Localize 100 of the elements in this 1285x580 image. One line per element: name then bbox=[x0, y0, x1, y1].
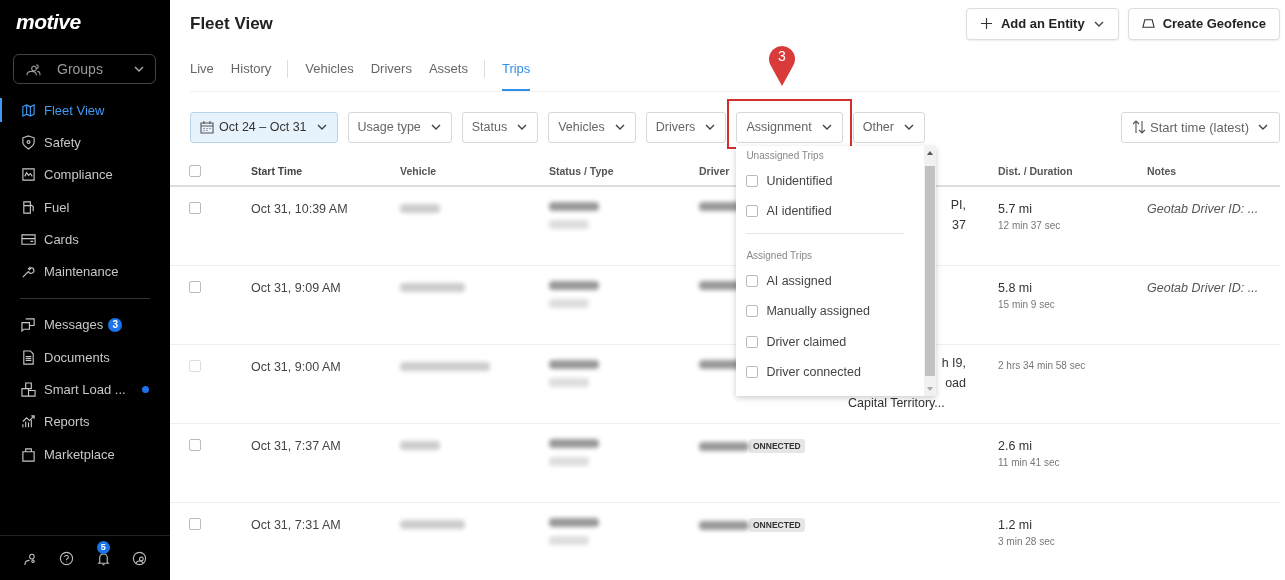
redacted-text bbox=[549, 518, 599, 527]
menu-option[interactable]: AI assigned bbox=[746, 265, 915, 296]
tab[interactable]: Assets bbox=[428, 47, 468, 91]
select-all-checkbox[interactable] bbox=[189, 165, 201, 177]
redacted-text bbox=[699, 441, 749, 451]
checkbox[interactable] bbox=[746, 366, 759, 379]
filter-dropdown[interactable]: Other bbox=[852, 111, 925, 143]
nav-item[interactable]: Reports bbox=[0, 405, 170, 438]
nav-label: Safety bbox=[44, 134, 81, 150]
nav-label: Maintenance bbox=[44, 264, 119, 280]
filter-dropdown[interactable]: Assignment bbox=[736, 111, 843, 143]
filter-dropdown[interactable]: Drivers bbox=[645, 111, 727, 143]
nav-item[interactable]: Fleet View bbox=[0, 94, 170, 127]
column-header: Status / Type bbox=[549, 165, 615, 177]
fuel-pump-icon bbox=[21, 199, 36, 215]
account-icon[interactable] bbox=[132, 550, 148, 566]
menu-option[interactable]: Driver claimed bbox=[746, 326, 915, 357]
nav-label: Smart Load ... bbox=[44, 382, 126, 397]
nav-item[interactable]: Safety bbox=[0, 126, 170, 159]
nav-item[interactable]: Marketplace bbox=[0, 437, 170, 471]
column-header: Dist. / Duration bbox=[998, 165, 1074, 177]
nav-item[interactable]: Smart Load ... bbox=[0, 373, 170, 406]
table-cell-text: Oct 31, 7:31 AM bbox=[251, 517, 342, 534]
row-checkbox[interactable] bbox=[189, 439, 201, 451]
table-cell-text: 2 hrs 34 min 58 sec bbox=[998, 360, 1087, 371]
create-geofence-button[interactable]: Create Geofence bbox=[1127, 7, 1280, 40]
filter-dropdown[interactable]: Usage type bbox=[347, 111, 452, 143]
menu-option[interactable]: Driver connected bbox=[746, 357, 915, 388]
redacted-text bbox=[549, 360, 599, 369]
add-entity-button[interactable]: Add an Entity bbox=[965, 7, 1119, 40]
column-header: Start Time bbox=[251, 165, 304, 177]
tab[interactable]: Vehicles bbox=[305, 47, 354, 91]
table-cell-text: Oct 31, 10:39 AM bbox=[251, 201, 349, 218]
table-cell-text: oad bbox=[944, 376, 967, 391]
plus-icon bbox=[979, 17, 993, 30]
table-cell-text: 12 min 37 sec bbox=[998, 220, 1062, 231]
menu-option[interactable]: Unidentified bbox=[746, 165, 915, 196]
table-cell-text: Oct 31, 9:00 AM bbox=[251, 359, 342, 376]
table-cell: Geotab Driver ID: ... bbox=[1147, 281, 1259, 295]
calendar-icon bbox=[200, 120, 214, 134]
status-tag: ONNECTED bbox=[749, 518, 805, 532]
column-header: Notes bbox=[1147, 165, 1178, 177]
nav-item[interactable]: Maintenance bbox=[0, 255, 170, 288]
table-cell-text: 1.2 mi bbox=[998, 518, 1034, 532]
redacted-text bbox=[400, 441, 440, 450]
help-icon[interactable] bbox=[59, 550, 75, 566]
nav-item[interactable]: Documents bbox=[0, 341, 170, 374]
tab[interactable]: History bbox=[230, 47, 272, 91]
nav-item[interactable]: Cards bbox=[0, 223, 170, 256]
redacted-text bbox=[549, 220, 589, 229]
column-header: Driver bbox=[699, 165, 731, 177]
nav-label: Marketplace bbox=[44, 446, 115, 462]
trend-icon bbox=[21, 414, 36, 430]
checkbox[interactable] bbox=[746, 305, 759, 318]
building-icon bbox=[21, 382, 36, 397]
groups-dropdown[interactable]: Groups bbox=[13, 54, 156, 84]
redacted-text bbox=[549, 457, 589, 466]
row-checkbox[interactable] bbox=[189, 281, 201, 293]
table-cell-text: 3 min 28 sec bbox=[998, 536, 1056, 547]
nav-item[interactable]: Messages 3 bbox=[0, 308, 170, 342]
sort-dropdown[interactable]: Start time (latest) bbox=[1121, 111, 1280, 143]
redacted-text bbox=[549, 439, 599, 448]
nav-item[interactable]: Fuel bbox=[0, 190, 170, 224]
page-title: Fleet View bbox=[190, 13, 273, 34]
filter-dropdown[interactable]: Oct 24 – Oct 31 bbox=[190, 111, 338, 143]
redacted-text bbox=[400, 204, 440, 213]
checkbox[interactable] bbox=[746, 205, 759, 218]
checkbox[interactable] bbox=[746, 174, 759, 187]
redacted-text bbox=[549, 536, 589, 545]
redacted-text bbox=[549, 378, 589, 387]
geofence-icon bbox=[1141, 17, 1155, 30]
scrollbar[interactable] bbox=[924, 145, 937, 396]
row-checkbox[interactable] bbox=[189, 202, 201, 214]
nav-label: Messages bbox=[44, 317, 104, 333]
table-cell-text: Oct 31, 7:37 AM bbox=[251, 438, 342, 455]
wrench-icon bbox=[21, 264, 36, 280]
tab[interactable]: Drivers bbox=[370, 47, 412, 91]
count-badge: 3 bbox=[108, 317, 123, 332]
menu-option[interactable]: AI identified bbox=[746, 196, 915, 227]
table-cell-text: PI, bbox=[949, 198, 967, 213]
map-icon bbox=[21, 102, 36, 118]
filter-dropdown[interactable]: Vehicles bbox=[548, 111, 636, 143]
section-heading: Assigned Trips bbox=[746, 248, 813, 263]
table-cell-text: 5.8 mi bbox=[998, 281, 1034, 295]
row-checkbox[interactable] bbox=[189, 518, 201, 530]
logo: motive bbox=[15, 9, 82, 35]
count-badge: 5 bbox=[96, 540, 110, 554]
nav-label: Fleet View bbox=[44, 102, 105, 118]
menu-option[interactable]: Manually assigned bbox=[746, 296, 915, 327]
table-cell-text: Capital Territory... bbox=[848, 396, 946, 411]
table-cell-text: 15 min 9 sec bbox=[998, 299, 1056, 310]
table-cell-text: 2.6 mi bbox=[998, 439, 1034, 453]
filter-dropdown[interactable]: Status bbox=[461, 111, 539, 143]
checkbox[interactable] bbox=[746, 335, 759, 348]
table-cell-text: 5.7 mi bbox=[998, 202, 1034, 216]
checkbox[interactable] bbox=[746, 274, 759, 287]
nav-item[interactable]: Compliance bbox=[0, 158, 170, 191]
redacted-text bbox=[400, 283, 465, 292]
table-cell-text: Oct 31, 9:09 AM bbox=[251, 280, 342, 297]
tab[interactable]: Live bbox=[190, 47, 214, 91]
